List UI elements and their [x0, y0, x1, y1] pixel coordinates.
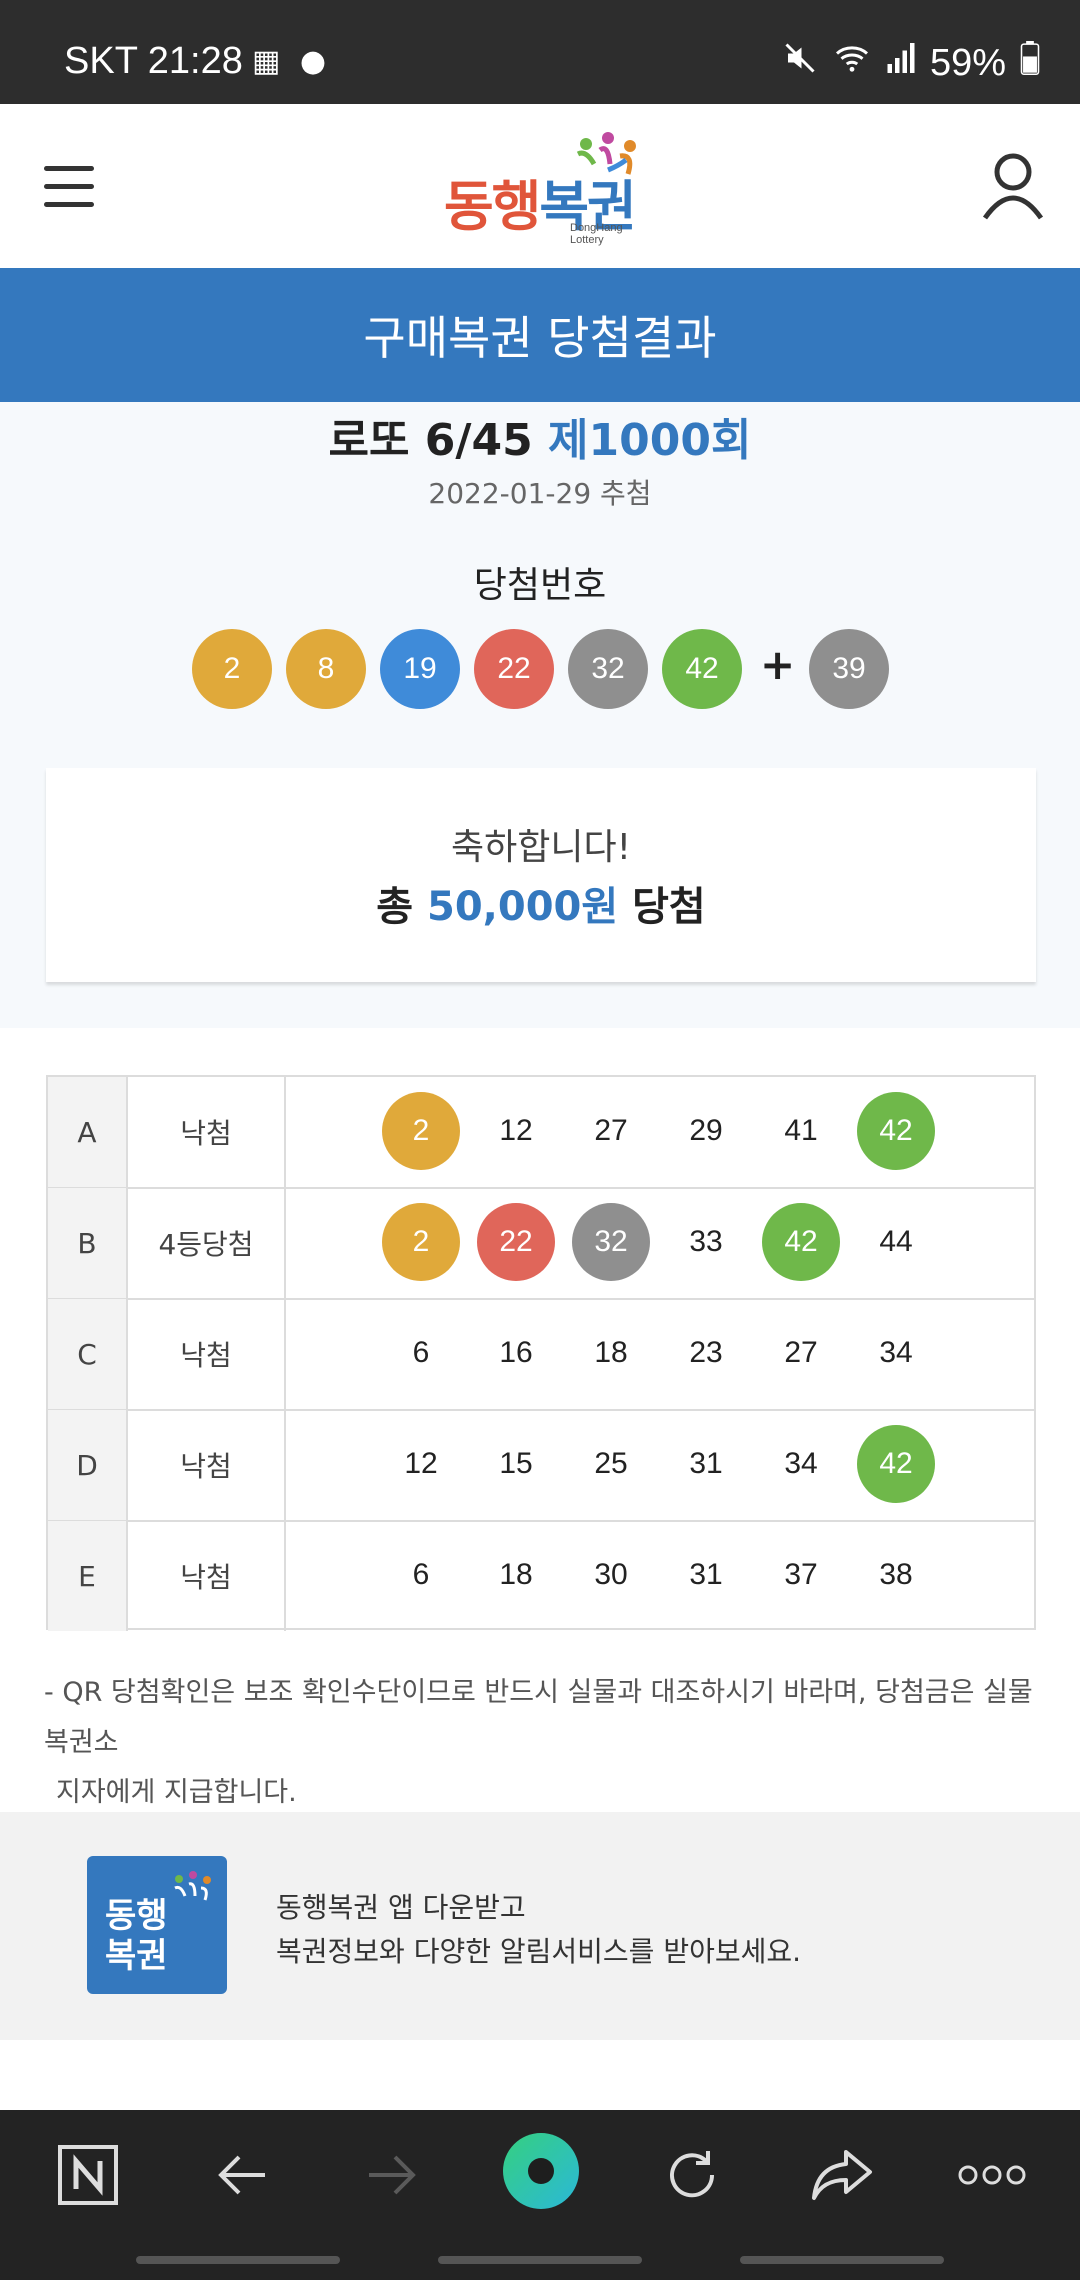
user-icon[interactable] [980, 150, 1046, 222]
share-icon[interactable] [802, 2140, 882, 2210]
gesture-bar [740, 2256, 944, 2264]
table-row: B 4등당첨 2 22 32 33 42 44 [48, 1188, 1034, 1300]
ticket-number: 25 [594, 1447, 628, 1480]
ticket-number: 31 [689, 1558, 723, 1591]
table-row: E 낙첨 6 18 30 31 37 38 [48, 1521, 1034, 1631]
winning-ball: 32 [568, 629, 648, 709]
banner-text: 동행복권 앱 다운받고 [276, 1891, 526, 1924]
table-row: A 낙첨 2 12 27 29 41 42 [48, 1077, 1034, 1189]
table-row: C 낙첨 6 16 18 23 27 34 [48, 1299, 1034, 1411]
ticket-number: 42 [762, 1203, 840, 1281]
total-prize: 총 50,000원 당첨 [46, 874, 1036, 932]
app-logo-line: 동행 [105, 1896, 168, 1936]
ticket-result: 낙첨 [128, 1521, 286, 1631]
more-dots-icon[interactable] [952, 2140, 1032, 2210]
signal-icon [886, 40, 916, 86]
qr-code-icon: ▦ [252, 44, 281, 79]
app-logo[interactable]: 동행 복권 [87, 1856, 227, 1994]
back-arrow-icon[interactable] [202, 2140, 282, 2210]
ticket-id: A [48, 1077, 128, 1187]
ticket-number: 15 [499, 1447, 533, 1480]
ticket-number: 34 [879, 1336, 913, 1369]
draw-round: 로또 6/45 제1000회 [0, 404, 1080, 468]
ticket-result: 낙첨 [128, 1077, 286, 1187]
ticket-number: 22 [477, 1203, 555, 1281]
notice-line: 지자에게 지급합니다. [56, 1777, 297, 1808]
ticket-number: 42 [857, 1092, 935, 1170]
chat-bubble-icon: ● [299, 44, 327, 79]
gesture-bar [136, 2256, 340, 2264]
ticket-id: C [48, 1299, 128, 1409]
battery-icon [1020, 41, 1040, 85]
bonus-ball: 39 [809, 629, 889, 709]
notice-text: - QR 당첨확인은 보조 확인수단이므로 반드시 실물과 대조하시기 바라며,… [44, 1668, 1044, 1818]
page-title: 구매복권 당첨결과 [0, 268, 1080, 402]
table-row: D 낙첨 12 15 25 31 34 42 [48, 1410, 1034, 1522]
ticket-number: 27 [594, 1114, 628, 1147]
ticket-number: 33 [689, 1225, 723, 1258]
game-name: 로또 6/45 [328, 415, 533, 466]
ticket-number: 16 [499, 1336, 533, 1369]
carrier-time: SKT 21:28 [64, 40, 243, 82]
notice-line: - QR 당첨확인은 보조 확인수단이므로 반드시 실물과 대조하시기 바라며,… [44, 1677, 1033, 1758]
mute-icon [782, 40, 818, 86]
site-logo[interactable]: 동행복권 DongHang Lottery [440, 130, 650, 246]
ticket-number: 23 [689, 1336, 723, 1369]
winning-ball: 42 [662, 629, 742, 709]
ticket-number: 41 [784, 1114, 818, 1147]
gesture-bar [438, 2256, 642, 2264]
winning-ball: 8 [286, 629, 366, 709]
app-logo-figures-icon [174, 1871, 211, 1901]
ticket-number: 32 [572, 1203, 650, 1281]
ticket-number: 2 [382, 1092, 460, 1170]
battery-percent: 59% [929, 41, 1006, 84]
tab-n-icon[interactable] [48, 2140, 128, 2210]
ticket-result: 4등당첨 [128, 1188, 286, 1298]
app-logo-line: 복권 [105, 1936, 168, 1976]
hamburger-menu-icon[interactable] [40, 162, 100, 212]
ticket-id: B [48, 1188, 128, 1298]
ticket-number: 44 [879, 1225, 913, 1258]
ticket-number: 12 [499, 1114, 533, 1147]
logo-subtitle: DongHang Lottery [570, 222, 623, 246]
winning-ball: 2 [192, 629, 272, 709]
ticket-number: 6 [412, 1558, 430, 1591]
ticket-table: A 낙첨 2 12 27 29 41 42 B 4등당첨 2 22 32 33 … [46, 1075, 1036, 1631]
ticket-result: 낙첨 [128, 1410, 286, 1520]
ticket-number: 37 [784, 1558, 818, 1591]
ticket-number: 12 [404, 1447, 438, 1480]
prize-amount: 50,000원 [427, 884, 619, 930]
forward-arrow-icon[interactable] [352, 2140, 432, 2210]
ticket-number: 18 [499, 1558, 533, 1591]
ticket-number: 27 [784, 1336, 818, 1369]
ticket-number: 42 [857, 1425, 935, 1503]
total-prefix: 총 [376, 884, 414, 930]
ticket-id: E [48, 1521, 128, 1631]
round-number: 제1000회 [548, 415, 752, 466]
ticket-id: D [48, 1410, 128, 1520]
banner-text: 복권정보와 다양한 알림서비스를 받아보세요. [276, 1935, 802, 1968]
winning-numbers-label: 당첨번호 [473, 565, 607, 606]
total-suffix: 당첨 [632, 884, 706, 930]
plus-sign: + [760, 640, 796, 689]
ticket-number: 6 [412, 1336, 430, 1369]
ticket-number: 34 [784, 1447, 818, 1480]
ticket-number: 38 [879, 1558, 913, 1591]
wifi-icon [832, 40, 872, 86]
winning-ball: 22 [474, 629, 554, 709]
home-green-icon[interactable] [500, 2130, 582, 2212]
logo-text-part: 동행 [444, 175, 541, 238]
refresh-icon[interactable] [652, 2140, 732, 2210]
ticket-result: 낙첨 [128, 1299, 286, 1409]
winning-ball: 19 [380, 629, 460, 709]
congrats-text: 축하합니다! [450, 827, 632, 868]
ticket-number: 29 [689, 1114, 723, 1147]
result-card: 축하합니다! 총 50,000원 당첨 [46, 768, 1036, 982]
ticket-number: 31 [689, 1447, 723, 1480]
ticket-number: 30 [594, 1558, 628, 1591]
draw-date: 2022-01-29 추첨 [428, 477, 652, 510]
ticket-number: 18 [594, 1336, 628, 1369]
ticket-number: 2 [382, 1203, 460, 1281]
